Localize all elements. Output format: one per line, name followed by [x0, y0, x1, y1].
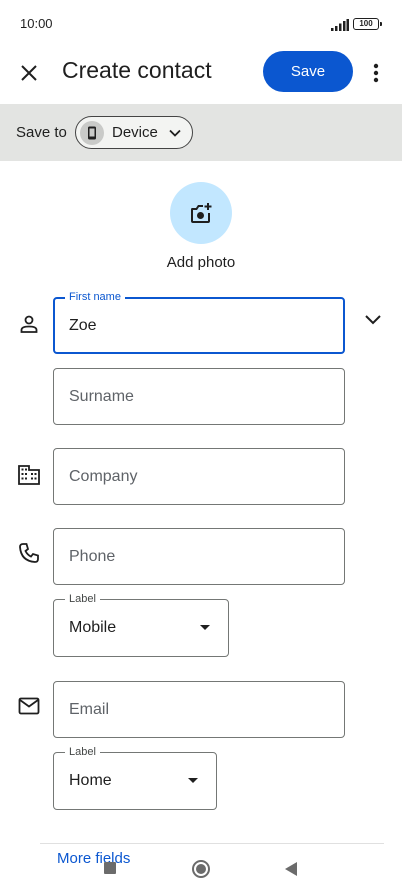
signal-icon — [331, 19, 349, 31]
divider — [40, 843, 384, 844]
status-time: 10:00 — [20, 16, 53, 31]
phone-placeholder: Phone — [69, 547, 116, 565]
phone-device-icon — [80, 120, 104, 145]
recent-apps-button[interactable] — [104, 862, 116, 874]
save-to-bar: Save to Device — [0, 104, 402, 161]
phone-field[interactable]: Phone — [53, 528, 345, 585]
dropdown-arrow-icon — [188, 778, 198, 783]
add-photo-label: Add photo — [166, 254, 236, 271]
device-selector-chip[interactable]: Device — [75, 116, 193, 149]
email-placeholder: Email — [69, 700, 110, 718]
phone-label-value: Mobile — [69, 619, 117, 636]
more-vert-icon — [373, 63, 379, 83]
status-bar: 10:00 100 — [0, 0, 402, 46]
phone-icon — [17, 541, 41, 565]
battery-icon: 100 — [353, 18, 382, 30]
close-icon — [21, 65, 37, 81]
add-photo-button[interactable] — [170, 182, 232, 244]
surname-placeholder: Surname — [69, 387, 134, 405]
surname-field[interactable]: Surname — [53, 368, 345, 425]
back-button[interactable] — [285, 862, 297, 876]
business-icon — [17, 463, 41, 487]
save-to-label: Save to — [16, 124, 67, 141]
email-icon — [17, 694, 41, 718]
more-options-button[interactable] — [364, 58, 388, 88]
save-button[interactable]: Save — [263, 51, 353, 92]
email-field[interactable]: Email — [53, 681, 345, 738]
device-label: Device — [112, 124, 158, 141]
add-camera-icon — [191, 203, 212, 223]
first-name-field[interactable]: First name Zoe — [53, 290, 345, 354]
page-title: Create contact — [62, 57, 212, 83]
person-icon — [17, 312, 41, 336]
chevron-down-icon — [365, 315, 381, 325]
app-bar: Create contact Save — [0, 46, 402, 104]
expand-name-button[interactable] — [361, 308, 385, 332]
home-button[interactable] — [192, 860, 210, 878]
first-name-value: Zoe — [69, 316, 97, 334]
company-field[interactable]: Company — [53, 448, 345, 505]
company-placeholder: Company — [69, 467, 138, 485]
chevron-down-icon — [169, 129, 181, 137]
more-fields-button[interactable]: More fields — [57, 850, 130, 867]
email-label-value: Home — [69, 772, 112, 789]
email-label-select[interactable]: Label Home — [53, 745, 217, 810]
dropdown-arrow-icon — [200, 625, 210, 630]
phone-label-select[interactable]: Label Mobile — [53, 592, 229, 657]
close-button[interactable] — [14, 58, 44, 88]
